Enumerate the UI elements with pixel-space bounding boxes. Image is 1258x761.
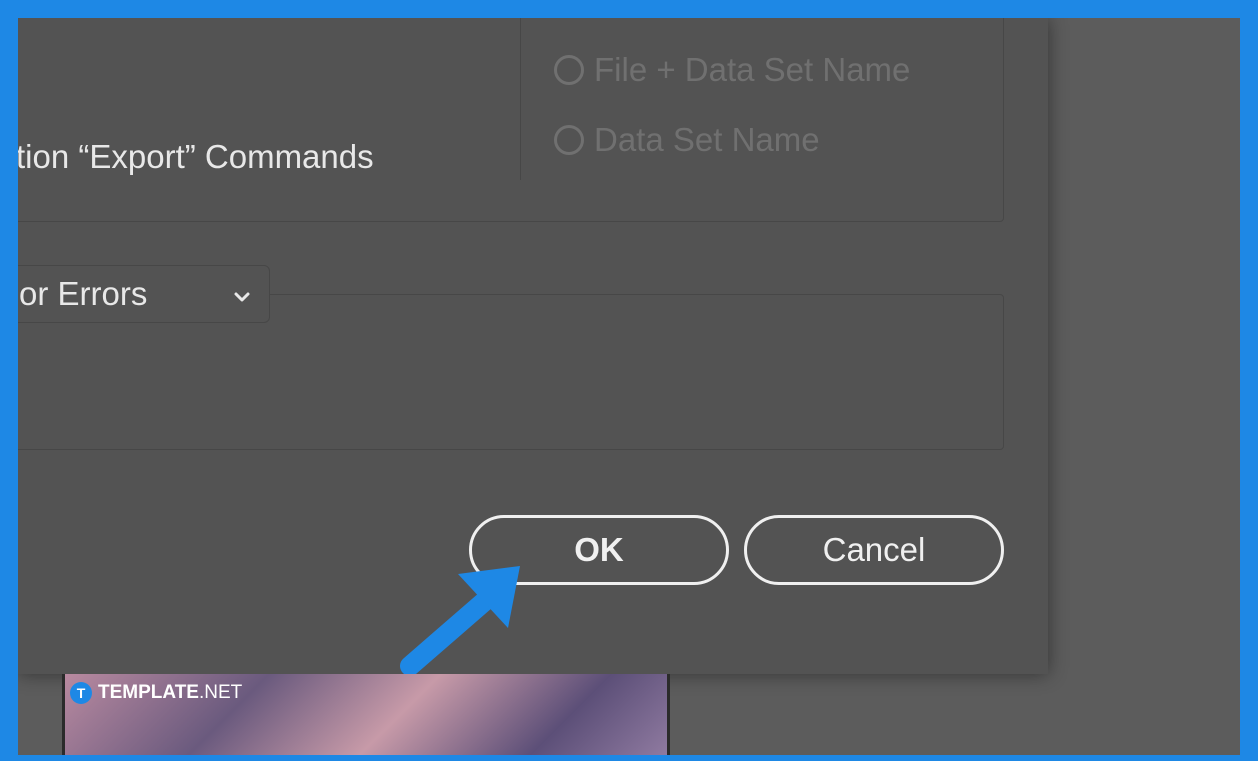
export-commands-label: tion “Export” Commands — [18, 138, 374, 175]
watermark-suffix: .NET — [198, 682, 243, 703]
options-panel — [18, 18, 1004, 222]
cancel-button[interactable]: Cancel — [744, 515, 1004, 585]
radio-circle-icon[interactable] — [554, 55, 584, 85]
radio-data-set-name[interactable]: Data Set Name — [554, 121, 820, 159]
template-logo-icon: T — [70, 682, 92, 704]
screenshot-frame: File + Data Set Name Data Set Name tion … — [18, 18, 1240, 755]
arrow-pointer-icon — [400, 566, 520, 676]
watermark-brand: TEMPLATE — [98, 682, 199, 703]
select-value: or Errors — [19, 275, 148, 312]
errors-select[interactable]: or Errors — [18, 265, 270, 323]
export-dialog: File + Data Set Name Data Set Name tion … — [18, 18, 1048, 676]
radio-label: Data Set Name — [594, 121, 820, 158]
radio-file-data-set-name[interactable]: File + Data Set Name — [554, 51, 910, 89]
radio-circle-icon[interactable] — [554, 125, 584, 155]
vertical-divider — [520, 18, 521, 180]
template-watermark: T TEMPLATE .NET — [70, 682, 242, 704]
chevron-down-icon — [231, 278, 253, 316]
radio-label: File + Data Set Name — [594, 51, 911, 88]
